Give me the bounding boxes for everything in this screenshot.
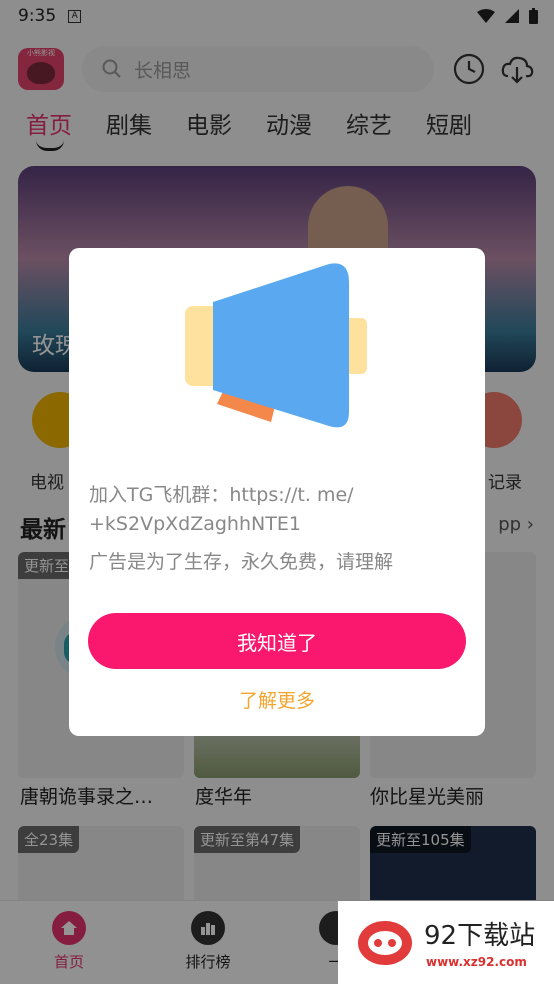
watermark-title: 92下载站 [424,921,536,951]
megaphone-icon [185,263,367,428]
gamepad-logo-icon [358,921,412,965]
dialog-line-1: 加入TG飞机群：https://t. me/ [89,484,354,506]
dialog-line-2: +kS2VpXdZaghhNTE1 [89,513,301,535]
dialog-line-3: 广告是为了生存，永久免费，请理解 [89,551,394,573]
site-watermark: 92下载站 www.xz92.com [338,901,554,984]
watermark-url: www.xz92.com [426,955,527,969]
announcement-dialog: 加入TG飞机群：https://t. me/ +kS2VpXdZaghhNTE1… [69,248,485,736]
acknowledge-button[interactable]: 我知道了 [88,613,466,669]
learn-more-link[interactable]: 了解更多 [69,686,485,713]
